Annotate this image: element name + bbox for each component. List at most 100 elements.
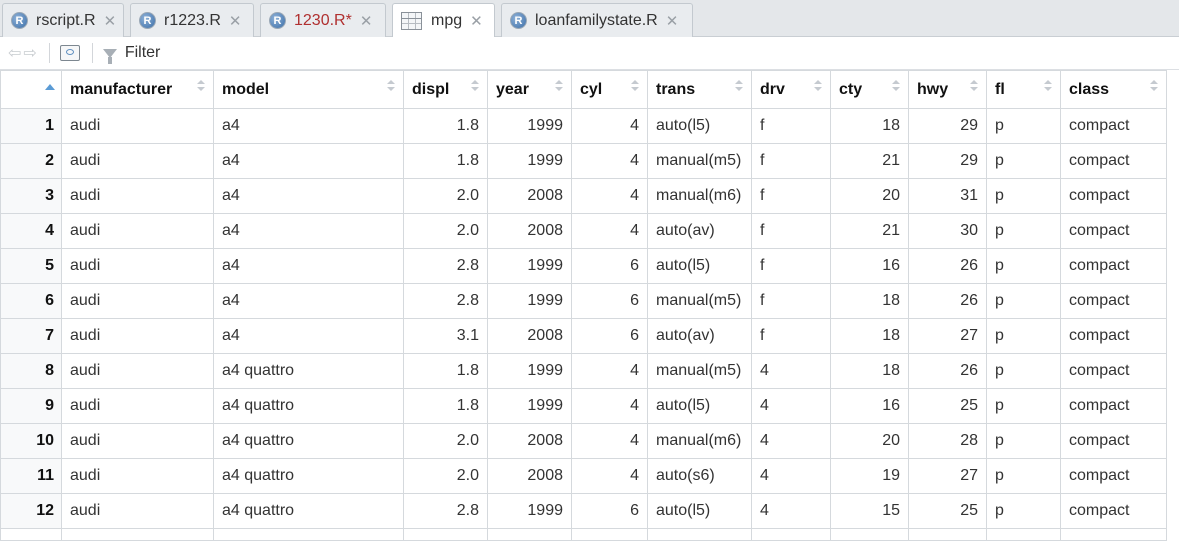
cell-fl[interactable]: p bbox=[986, 458, 1061, 494]
cell-hwy[interactable]: 30 bbox=[908, 213, 987, 249]
cell-drv[interactable]: f bbox=[751, 108, 831, 144]
cell-class[interactable]: compact bbox=[1060, 353, 1167, 389]
close-icon[interactable]: ✕ bbox=[470, 12, 483, 30]
cell-drv[interactable]: 4 bbox=[751, 458, 831, 494]
cell-hwy[interactable]: 25 bbox=[908, 388, 987, 424]
cell-manufacturer[interactable]: audi bbox=[61, 108, 214, 144]
cell-class[interactable]: compact bbox=[1060, 283, 1167, 319]
cell-year[interactable]: 1999 bbox=[487, 353, 572, 389]
cell-cyl[interactable]: 6 bbox=[571, 248, 648, 284]
column-header[interactable]: cyl bbox=[571, 70, 648, 109]
cell-trans[interactable]: auto(s6) bbox=[647, 458, 752, 494]
cell-class[interactable]: compact bbox=[1060, 388, 1167, 424]
cell-drv[interactable]: 4 bbox=[751, 388, 831, 424]
cell-year[interactable]: 2008 bbox=[487, 178, 572, 214]
cell-cty[interactable]: 18 bbox=[830, 318, 909, 354]
cell-fl[interactable]: p bbox=[986, 388, 1061, 424]
cell-displ[interactable]: 2.8 bbox=[403, 283, 488, 319]
cell-fl[interactable]: p bbox=[986, 178, 1061, 214]
column-header[interactable]: cty bbox=[830, 70, 909, 109]
cell-year[interactable]: 1999 bbox=[487, 283, 572, 319]
cell-cyl[interactable]: 6 bbox=[571, 283, 648, 319]
cell-hwy[interactable]: 27 bbox=[908, 318, 987, 354]
cell-displ[interactable]: 2.0 bbox=[403, 213, 488, 249]
cell-drv[interactable]: 4 bbox=[751, 353, 831, 389]
cell-cty[interactable]: 20 bbox=[830, 423, 909, 459]
cell-class[interactable]: compact bbox=[1060, 143, 1167, 179]
cell-drv[interactable]: f bbox=[751, 283, 831, 319]
cell-class[interactable]: compact bbox=[1060, 493, 1167, 529]
cell-displ[interactable]: 1.8 bbox=[403, 108, 488, 144]
cell-cty[interactable]: 18 bbox=[830, 283, 909, 319]
cell-year[interactable]: 1999 bbox=[487, 108, 572, 144]
cell-model[interactable]: a4 bbox=[213, 178, 404, 214]
cell-cyl[interactable]: 4 bbox=[571, 423, 648, 459]
cell-fl[interactable]: p bbox=[986, 283, 1061, 319]
cell-trans[interactable]: manual(m5) bbox=[647, 353, 752, 389]
cell-year[interactable]: 1999 bbox=[487, 388, 572, 424]
cell-displ[interactable]: 2.0 bbox=[403, 423, 488, 459]
cell-model[interactable]: a4 quattro bbox=[213, 493, 404, 529]
cell-cty[interactable]: 16 bbox=[830, 388, 909, 424]
cell-hwy[interactable]: 26 bbox=[908, 353, 987, 389]
cell-hwy[interactable]: 28 bbox=[908, 423, 987, 459]
cell-cyl[interactable]: 4 bbox=[571, 108, 648, 144]
cell-manufacturer[interactable]: audi bbox=[61, 283, 214, 319]
cell-cty[interactable]: 21 bbox=[830, 213, 909, 249]
cell-displ[interactable]: 1.8 bbox=[403, 143, 488, 179]
cell-cyl[interactable]: 4 bbox=[571, 178, 648, 214]
cell-fl[interactable]: p bbox=[986, 423, 1061, 459]
cell-year[interactable]: 2008 bbox=[487, 213, 572, 249]
cell-drv[interactable]: f bbox=[751, 248, 831, 284]
cell-year[interactable]: 1999 bbox=[487, 248, 572, 284]
cell-class[interactable]: compact bbox=[1060, 248, 1167, 284]
cell-model[interactable]: a4 quattro bbox=[213, 388, 404, 424]
cell-manufacturer[interactable]: audi bbox=[61, 493, 214, 529]
cell-hwy[interactable]: 26 bbox=[908, 283, 987, 319]
cell-year[interactable]: 1999 bbox=[487, 143, 572, 179]
tab-r1223[interactable]: R r1223.R ✕ bbox=[130, 3, 254, 37]
cell-trans[interactable]: manual(m6) bbox=[647, 423, 752, 459]
cell-class[interactable]: compact bbox=[1060, 458, 1167, 494]
cell-year[interactable]: 2008 bbox=[487, 458, 572, 494]
cell-manufacturer[interactable]: audi bbox=[61, 178, 214, 214]
cell-cty[interactable]: 18 bbox=[830, 108, 909, 144]
close-icon[interactable]: ✕ bbox=[104, 12, 117, 30]
row-number-header[interactable] bbox=[0, 70, 62, 109]
cell-cty[interactable]: 16 bbox=[830, 248, 909, 284]
cell-manufacturer[interactable]: audi bbox=[61, 353, 214, 389]
cell-hwy[interactable]: 25 bbox=[908, 493, 987, 529]
cell-cty[interactable]: 18 bbox=[830, 353, 909, 389]
column-header[interactable]: hwy bbox=[908, 70, 987, 109]
cell-hwy[interactable]: 29 bbox=[908, 108, 987, 144]
column-header[interactable]: displ bbox=[403, 70, 488, 109]
cell-drv[interactable]: f bbox=[751, 143, 831, 179]
cell-trans[interactable]: auto(av) bbox=[647, 318, 752, 354]
cell-displ[interactable]: 2.0 bbox=[403, 178, 488, 214]
cell-cyl[interactable]: 4 bbox=[571, 143, 648, 179]
cell-displ[interactable]: 2.8 bbox=[403, 248, 488, 284]
cell-cty[interactable]: 21 bbox=[830, 143, 909, 179]
cell-cyl[interactable]: 4 bbox=[571, 388, 648, 424]
forward-arrow-icon[interactable]: ⇨ bbox=[23, 43, 36, 63]
cell-displ[interactable]: 2.8 bbox=[403, 493, 488, 529]
cell-drv[interactable]: 4 bbox=[751, 423, 831, 459]
cell-hwy[interactable]: 26 bbox=[908, 248, 987, 284]
back-arrow-icon[interactable]: ⇦ bbox=[8, 43, 21, 63]
cell-fl[interactable]: p bbox=[986, 213, 1061, 249]
close-icon[interactable]: ✕ bbox=[666, 12, 679, 30]
cell-class[interactable]: compact bbox=[1060, 178, 1167, 214]
cell-cty[interactable]: 19 bbox=[830, 458, 909, 494]
cell-cyl[interactable]: 4 bbox=[571, 213, 648, 249]
cell-model[interactable]: a4 quattro bbox=[213, 423, 404, 459]
cell-cyl[interactable]: 4 bbox=[571, 353, 648, 389]
cell-cty[interactable]: 15 bbox=[830, 493, 909, 529]
cell-trans[interactable]: auto(l5) bbox=[647, 388, 752, 424]
cell-drv[interactable]: 4 bbox=[751, 493, 831, 529]
cell-drv[interactable]: f bbox=[751, 213, 831, 249]
column-header[interactable]: trans bbox=[647, 70, 752, 109]
column-header[interactable]: class bbox=[1060, 70, 1167, 109]
cell-class[interactable]: compact bbox=[1060, 318, 1167, 354]
cell-hwy[interactable]: 31 bbox=[908, 178, 987, 214]
cell-manufacturer[interactable]: audi bbox=[61, 143, 214, 179]
